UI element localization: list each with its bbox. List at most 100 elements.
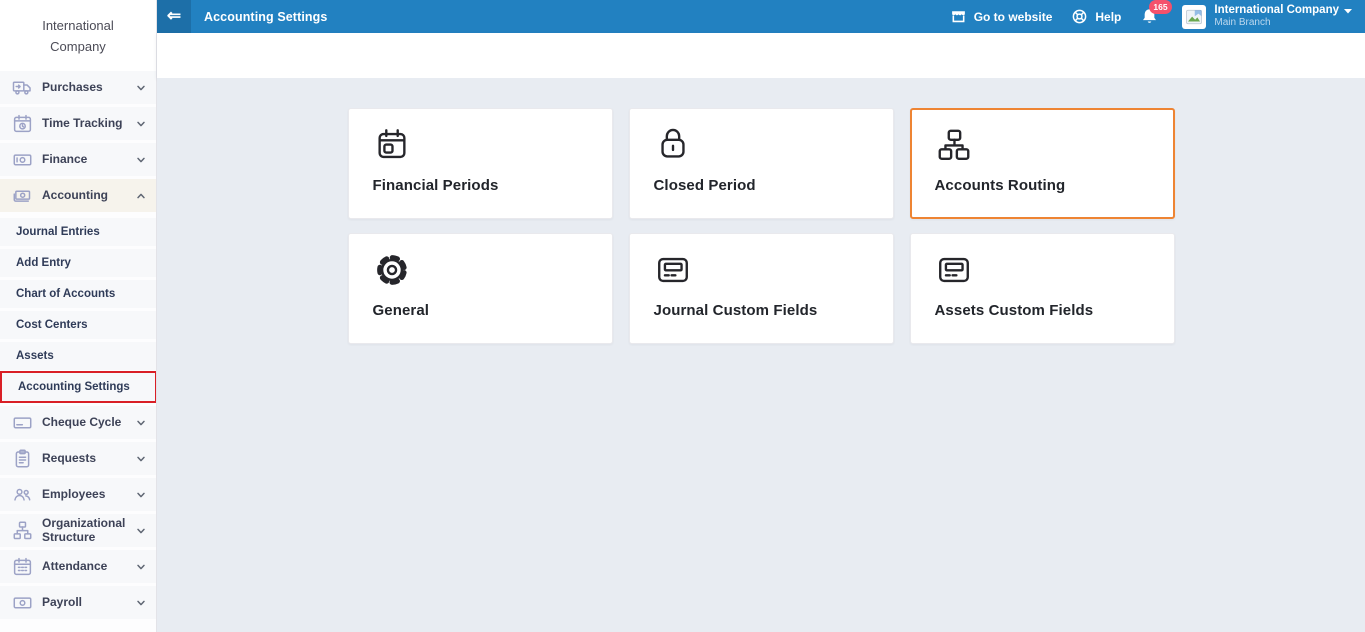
sidebar-item-label: Cheque Cycle bbox=[42, 416, 136, 430]
lock-icon bbox=[654, 126, 694, 166]
chevron-down-icon bbox=[136, 526, 146, 536]
settings-card-journal-custom-fields[interactable]: Journal Custom Fields bbox=[629, 233, 894, 344]
sidebar-submenu-accounting: Journal Entries Add Entry Chart of Account… bbox=[0, 218, 156, 403]
notifications-button[interactable]: 165 bbox=[1140, 7, 1159, 26]
settings-card-label: Accounts Routing bbox=[935, 177, 1173, 194]
sidebar-item-label: Payroll bbox=[42, 596, 136, 610]
settings-card-closed-period[interactable]: Closed Period bbox=[629, 108, 894, 219]
sidebar-item-label: Purchases bbox=[42, 81, 136, 95]
sidebar-subitem-chart-of-accounts[interactable]: Chart of Accounts bbox=[0, 280, 156, 308]
calendar-icon bbox=[11, 556, 33, 578]
submenu-item-label: Accounting Settings bbox=[18, 381, 130, 393]
sidebar-item-cheque-cycle[interactable]: Cheque Cycle bbox=[0, 406, 156, 439]
submenu-item-label: Add Entry bbox=[16, 257, 71, 269]
payroll-icon bbox=[11, 592, 33, 614]
banknote-icon bbox=[11, 149, 33, 171]
collapse-sidebar-button[interactable]: ⇐ bbox=[157, 0, 191, 33]
chevron-down-icon bbox=[136, 598, 146, 608]
submenu-item-label: Chart of Accounts bbox=[16, 288, 115, 300]
account-company-name: International Company bbox=[1214, 4, 1339, 17]
account-text: International Company Main Branch bbox=[1214, 4, 1352, 29]
app-root: International Company Purchases Time Trac… bbox=[0, 0, 1365, 632]
sidebar-item-label: Employees bbox=[42, 488, 136, 502]
company-logo-line2: Company bbox=[50, 36, 106, 57]
custom-field-icon bbox=[654, 251, 694, 291]
people-icon bbox=[11, 484, 33, 506]
settings-card-label: Closed Period bbox=[654, 177, 893, 194]
sidebar-item-requests[interactable]: Requests bbox=[0, 442, 156, 475]
sidebar-item-time-tracking[interactable]: Time Tracking bbox=[0, 107, 156, 140]
submenu-item-label: Cost Centers bbox=[16, 319, 88, 331]
settings-card-financial-periods[interactable]: Financial Periods bbox=[348, 108, 613, 219]
company-image-icon bbox=[1182, 5, 1206, 29]
page-subheader bbox=[157, 33, 1365, 78]
cash-icon bbox=[11, 185, 33, 207]
settings-card-label: Assets Custom Fields bbox=[935, 302, 1174, 319]
submenu-item-label: Journal Entries bbox=[16, 226, 100, 238]
sidebar-subitem-assets[interactable]: Assets bbox=[0, 342, 156, 370]
sidebar-item-label: Accounting bbox=[42, 189, 136, 203]
calendar-icon bbox=[373, 126, 413, 166]
sidebar-nav: Purchases Time Tracking Finance Accounting J… bbox=[0, 71, 156, 619]
cheque-icon bbox=[11, 412, 33, 434]
go-to-website-link[interactable]: Go to website bbox=[950, 8, 1053, 25]
sidebar-subitem-accounting-settings[interactable]: Accounting Settings bbox=[0, 371, 157, 403]
sidebar-item-label: Requests bbox=[42, 452, 136, 466]
sidebar-item-accounting[interactable]: Accounting bbox=[0, 179, 156, 212]
sidebar-item-label: Attendance bbox=[42, 560, 136, 574]
help-link[interactable]: Help bbox=[1071, 8, 1121, 25]
chevron-down-icon bbox=[136, 155, 146, 165]
notifications-badge: 165 bbox=[1149, 0, 1171, 14]
company-logo: International Company bbox=[0, 0, 156, 71]
settings-card-label: Financial Periods bbox=[373, 177, 612, 194]
page-title: Accounting Settings bbox=[204, 10, 950, 24]
sidebar-subitem-add-entry[interactable]: Add Entry bbox=[0, 249, 156, 277]
sidebar-item-purchases[interactable]: Purchases bbox=[0, 71, 156, 104]
custom-field-icon bbox=[935, 251, 975, 291]
sidebar-item-finance[interactable]: Finance bbox=[0, 143, 156, 176]
settings-card-assets-custom-fields[interactable]: Assets Custom Fields bbox=[910, 233, 1175, 344]
clipboard-icon bbox=[11, 448, 33, 470]
chevron-down-icon bbox=[136, 119, 146, 129]
topbar-actions: Go to website Help bbox=[950, 4, 1352, 29]
go-to-website-label: Go to website bbox=[974, 10, 1053, 24]
sidebar-item-organizational-structure[interactable]: Organizational Structure bbox=[0, 514, 156, 547]
account-branch-name: Main Branch bbox=[1214, 17, 1352, 29]
sidebar-item-label: Time Tracking bbox=[42, 117, 136, 131]
topbar: ⇐ Accounting Settings Go to website bbox=[157, 0, 1365, 33]
caret-down-icon bbox=[1344, 9, 1352, 14]
company-logo-line1: International bbox=[42, 15, 114, 36]
collapse-sidebar-icon: ⇐ bbox=[167, 7, 181, 24]
truck-icon bbox=[11, 77, 33, 99]
sidebar-item-label: Finance bbox=[42, 153, 136, 167]
main-column: ⇐ Accounting Settings Go to website bbox=[157, 0, 1365, 632]
sidebar-item-employees[interactable]: Employees bbox=[0, 478, 156, 511]
settings-card-label: Journal Custom Fields bbox=[654, 302, 893, 319]
chevron-down-icon bbox=[136, 418, 146, 428]
sidebar-item-payroll[interactable]: Payroll bbox=[0, 586, 156, 619]
lifebuoy-icon bbox=[1071, 8, 1088, 25]
sidebar-item-label: Organizational Structure bbox=[42, 517, 136, 545]
sitemap-icon bbox=[935, 126, 975, 166]
settings-card-accounts-routing[interactable]: Accounts Routing bbox=[910, 108, 1175, 219]
account-menu[interactable]: International Company Main Branch bbox=[1182, 4, 1352, 29]
content-area: Financial Periods Closed Period Accounts R… bbox=[157, 78, 1365, 632]
help-label: Help bbox=[1095, 10, 1121, 24]
chevron-down-icon bbox=[136, 83, 146, 93]
settings-card-general[interactable]: General bbox=[348, 233, 613, 344]
calendar-clock-icon bbox=[11, 113, 33, 135]
sidebar-subitem-journal-entries[interactable]: Journal Entries bbox=[0, 218, 156, 246]
sidebar: International Company Purchases Time Trac… bbox=[0, 0, 157, 632]
settings-card-label: General bbox=[373, 302, 612, 319]
gear-icon bbox=[373, 251, 413, 291]
settings-cards-grid: Financial Periods Closed Period Accounts R… bbox=[348, 108, 1175, 344]
org-chart-icon bbox=[11, 520, 33, 542]
sidebar-subitem-cost-centers[interactable]: Cost Centers bbox=[0, 311, 156, 339]
submenu-item-label: Assets bbox=[16, 350, 54, 362]
chevron-down-icon bbox=[136, 562, 146, 572]
chevron-up-icon bbox=[136, 191, 146, 201]
storefront-icon bbox=[950, 8, 967, 25]
chevron-down-icon bbox=[136, 490, 146, 500]
chevron-down-icon bbox=[136, 454, 146, 464]
sidebar-item-attendance[interactable]: Attendance bbox=[0, 550, 156, 583]
